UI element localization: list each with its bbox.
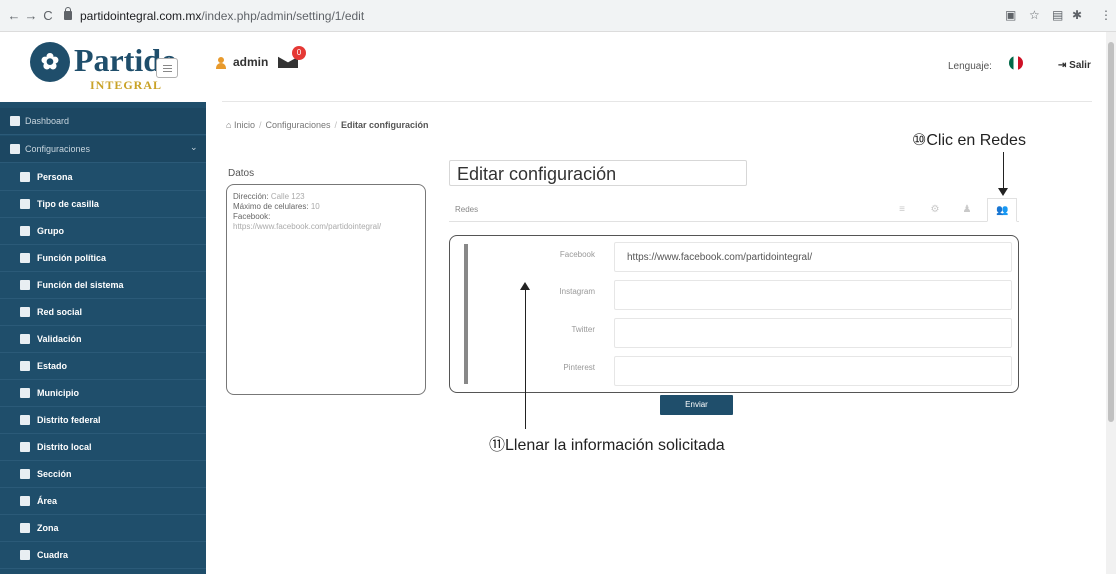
breadcrumb-section[interactable]: Configuraciones <box>265 120 330 130</box>
map-icon <box>20 361 30 371</box>
username[interactable]: admin <box>233 55 268 69</box>
map-icon <box>20 550 30 560</box>
reload-icon[interactable]: C <box>40 8 56 23</box>
pinterest-input[interactable] <box>614 356 1012 386</box>
redes-form: Facebook https://www.facebook.com/partid… <box>449 235 1019 393</box>
submit-button[interactable]: Enviar <box>660 395 733 415</box>
file-icon <box>20 199 30 209</box>
lock-icon <box>64 7 72 20</box>
menu-dots-icon[interactable]: ⋮ <box>1100 8 1112 22</box>
forward-arrow-icon[interactable]: → <box>23 8 39 23</box>
sidebar: Dashboard Configuraciones ⌄ Persona Tipo… <box>0 102 206 574</box>
twitter-label: Twitter <box>571 325 595 334</box>
sidebar-item-configuraciones[interactable]: Configuraciones ⌄ <box>0 136 206 163</box>
twitter-input[interactable] <box>614 318 1012 348</box>
map-icon <box>20 469 30 479</box>
page-title-box: Editar configuración <box>449 160 747 186</box>
annotation-arrow-down <box>1003 152 1004 190</box>
sidebar-item-tipo-de-casilla[interactable]: Tipo de casilla <box>0 191 206 218</box>
back-arrow-icon[interactable]: ← <box>6 8 22 23</box>
map-icon <box>20 415 30 425</box>
sidebar-item-municipio[interactable]: Municipio <box>0 380 206 407</box>
logo-subtitle: INTEGRAL <box>90 78 163 92</box>
page-title: Editar configuración <box>457 164 617 184</box>
annotation-arrowhead-down <box>998 188 1008 196</box>
mail-count-badge: 0 <box>292 46 306 60</box>
edit-icon <box>20 253 30 263</box>
users-icon: 👥 <box>996 205 1009 216</box>
sidebar-item-funcion-politica[interactable]: Función política <box>0 245 206 272</box>
menu-toggle-button[interactable] <box>156 58 178 78</box>
sidebar-item-seccion[interactable]: Sección <box>0 461 206 488</box>
facebook-input[interactable]: https://www.facebook.com/partidointegral… <box>614 242 1012 272</box>
star-icon[interactable]: ☆ <box>1029 8 1040 22</box>
gear-icon <box>10 144 20 154</box>
breadcrumb: ⌂ Inicio / Configuraciones / Editar configur… <box>226 120 429 130</box>
sidebar-item-validacion[interactable]: Validación <box>0 326 206 353</box>
instagram-input[interactable] <box>614 280 1012 310</box>
map-icon <box>20 496 30 506</box>
address-bar[interactable]: partidointegral.com.mx/index.php/admin/s… <box>60 6 1040 26</box>
chevron-down-icon: ⌄ <box>190 142 198 152</box>
sidebar-item-cuadra[interactable]: Cuadra <box>0 542 206 569</box>
url-text: partidointegral.com.mx/index.php/admin/s… <box>80 9 365 23</box>
extension-icon[interactable]: ✱ <box>1072 8 1082 22</box>
breadcrumb-current: Editar configuración <box>341 120 429 130</box>
breadcrumb-home[interactable]: Inicio <box>234 120 255 130</box>
map-icon <box>20 388 30 398</box>
dashboard-icon <box>10 116 20 126</box>
reader-icon[interactable]: ▤ <box>1052 8 1063 22</box>
top-header: admin 0 Lenguaje: ⇥ Salir <box>206 32 1116 102</box>
annotation-arrow-up <box>525 289 526 429</box>
scrollbar-thumb[interactable] <box>1108 42 1114 422</box>
sidebar-item-grupo[interactable]: Grupo <box>0 218 206 245</box>
annotation-step-10: ⑩Clic en Redes <box>912 132 1026 149</box>
sidebar-item-distrito-local[interactable]: Distrito local <box>0 434 206 461</box>
tab-gear-icon[interactable]: ⚙ <box>929 204 941 216</box>
header-divider <box>222 101 1092 102</box>
mexico-flag-icon[interactable] <box>1009 56 1023 70</box>
user-icon <box>216 57 226 69</box>
bookmark-icon <box>20 280 30 290</box>
user-icon <box>20 172 30 182</box>
tabs-label: Redes <box>455 205 479 214</box>
language-label: Lenguaje: <box>948 61 992 72</box>
sidebar-item-distrito-federal[interactable]: Distrito federal <box>0 407 206 434</box>
datos-panel: Dirección: Calle 123 Máximo de celulares… <box>226 184 426 395</box>
translate-icon[interactable]: ▣ <box>1005 8 1016 22</box>
page-scrollbar[interactable] <box>1106 32 1116 574</box>
annotation-step-11: ⑪Llenar la información solicitada <box>489 437 725 454</box>
sidebar-item-area[interactable]: Área <box>0 488 206 515</box>
datos-title: Datos <box>228 168 255 179</box>
sidebar-item-funcion-del-sistema[interactable]: Función del sistema <box>0 272 206 299</box>
sidebar-item-estado[interactable]: Estado <box>0 353 206 380</box>
check-icon <box>20 334 30 344</box>
group-icon <box>20 226 30 236</box>
browser-toolbar: ← → C partidointegral.com.mx/index.php/a… <box>0 0 1116 32</box>
pinterest-label: Pinterest <box>563 363 595 372</box>
tab-user-icon[interactable]: ♟ <box>961 204 973 216</box>
logo-mark-icon: ✿ <box>30 42 70 82</box>
facebook-icon <box>20 307 30 317</box>
sidebar-item-zona[interactable]: Zona <box>0 515 206 542</box>
map-icon <box>20 442 30 452</box>
tab-redes[interactable]: 👥 <box>987 198 1017 222</box>
sidebar-item-dashboard[interactable]: Dashboard <box>0 108 206 135</box>
home-icon: ⌂ <box>226 120 232 130</box>
map-icon <box>20 523 30 533</box>
tab-list-icon[interactable]: ≡ <box>896 204 908 216</box>
sidebar-item-red-social[interactable]: Red social <box>0 299 206 326</box>
tabs-row: Redes ≡ ⚙ ♟ 👥 <box>449 198 1019 222</box>
facebook-label: Facebook <box>559 250 595 259</box>
logout-link[interactable]: ⇥ Salir <box>1058 60 1091 71</box>
logo[interactable]: ✿ Partido INTEGRAL <box>0 32 206 102</box>
sidebar-item-persona[interactable]: Persona <box>0 164 206 191</box>
